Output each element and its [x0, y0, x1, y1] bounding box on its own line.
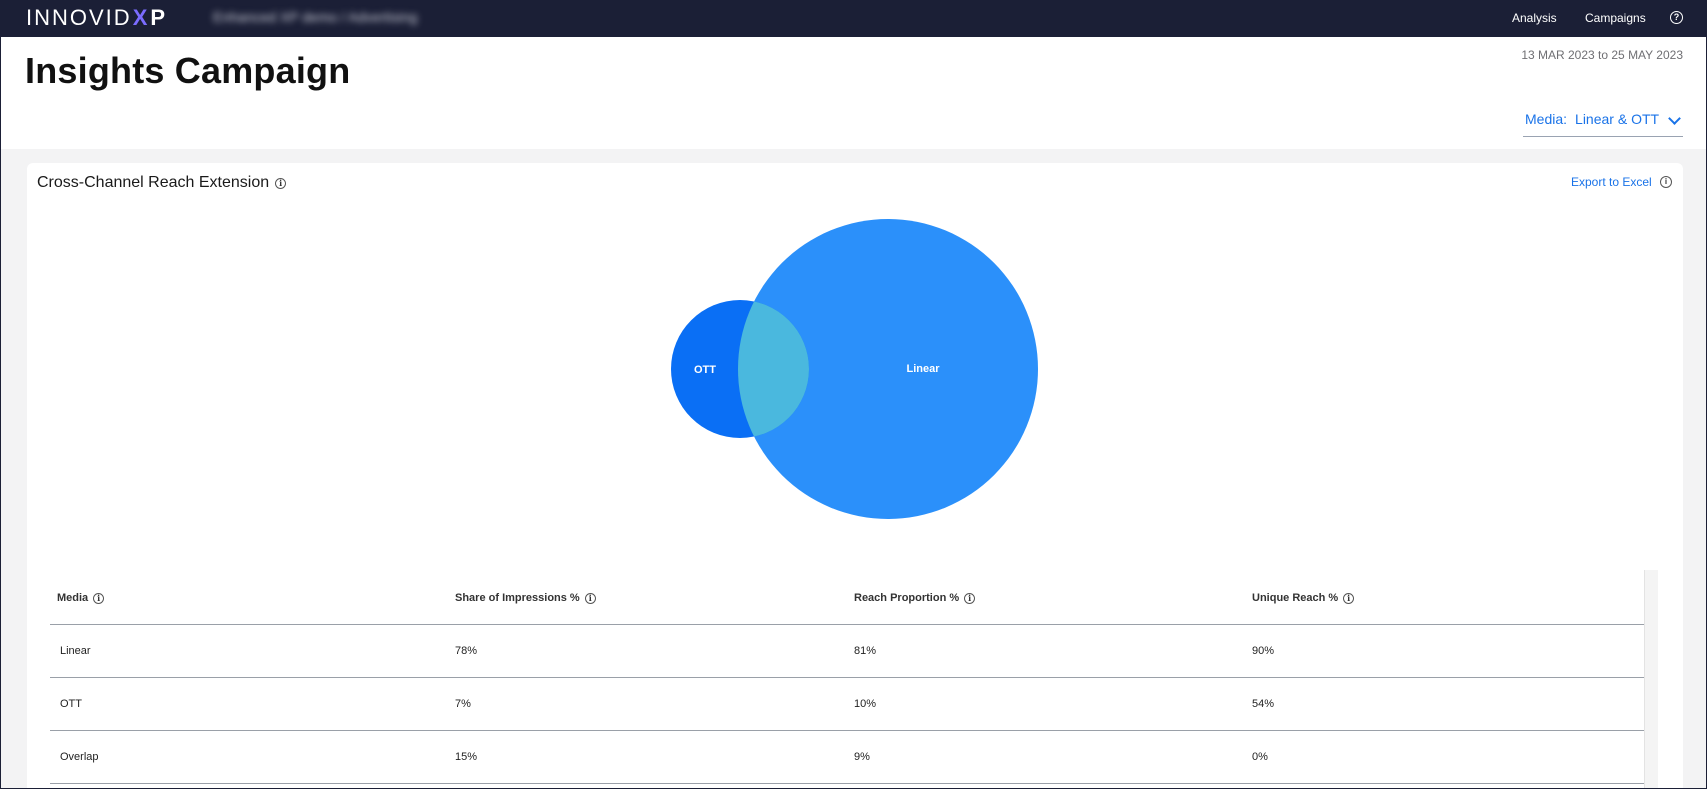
table-cell-media: OTT: [60, 698, 82, 710]
table-cell-media: Overlap: [60, 751, 99, 763]
column-header-label: Share of Impressions %: [455, 592, 580, 604]
table-header: Media i Share of Impressions % i Reach P…: [50, 570, 1658, 625]
column-header-reach-proportion[interactable]: Reach Proportion % i: [854, 592, 976, 604]
column-header-label: Media: [57, 592, 89, 604]
column-header-media[interactable]: Media i: [57, 592, 105, 604]
venn-label-linear: Linear: [906, 363, 940, 375]
venn-label-ott: OTT: [694, 364, 716, 376]
table-cell-media: Linear: [60, 645, 91, 657]
column-header-label: Reach Proportion %: [854, 592, 960, 604]
column-header-share-of-impressions[interactable]: Share of Impressions % i: [455, 592, 596, 604]
info-icon[interactable]: i: [964, 592, 976, 604]
table-row[interactable]: OTT 7% 10% 54%: [50, 678, 1644, 731]
table-cell-reach: 9%: [854, 751, 870, 763]
reach-table: Media i Share of Impressions % i Reach P…: [50, 570, 1658, 789]
table-cell-unique: 0%: [1252, 751, 1268, 763]
info-icon[interactable]: i: [1343, 592, 1355, 604]
table-cell-reach: 10%: [854, 698, 877, 710]
table-row[interactable]: Linear 78% 81% 90%: [50, 625, 1644, 678]
column-header-unique-reach[interactable]: Unique Reach % i: [1252, 592, 1355, 604]
table-cell-share: 78%: [455, 645, 478, 657]
table-scrollbar[interactable]: [1644, 570, 1658, 789]
table-cell-reach: 81%: [854, 645, 877, 657]
table-row[interactable]: Overlap 15% 9% 0%: [50, 731, 1644, 784]
table-cell-share: 15%: [455, 751, 478, 763]
info-icon[interactable]: i: [584, 592, 596, 604]
column-header-label: Unique Reach %: [1252, 592, 1339, 604]
table-cell-unique: 90%: [1252, 645, 1275, 657]
table-cell-share: 7%: [455, 698, 471, 710]
table-cell-unique: 54%: [1252, 698, 1275, 710]
info-icon[interactable]: i: [93, 592, 105, 604]
